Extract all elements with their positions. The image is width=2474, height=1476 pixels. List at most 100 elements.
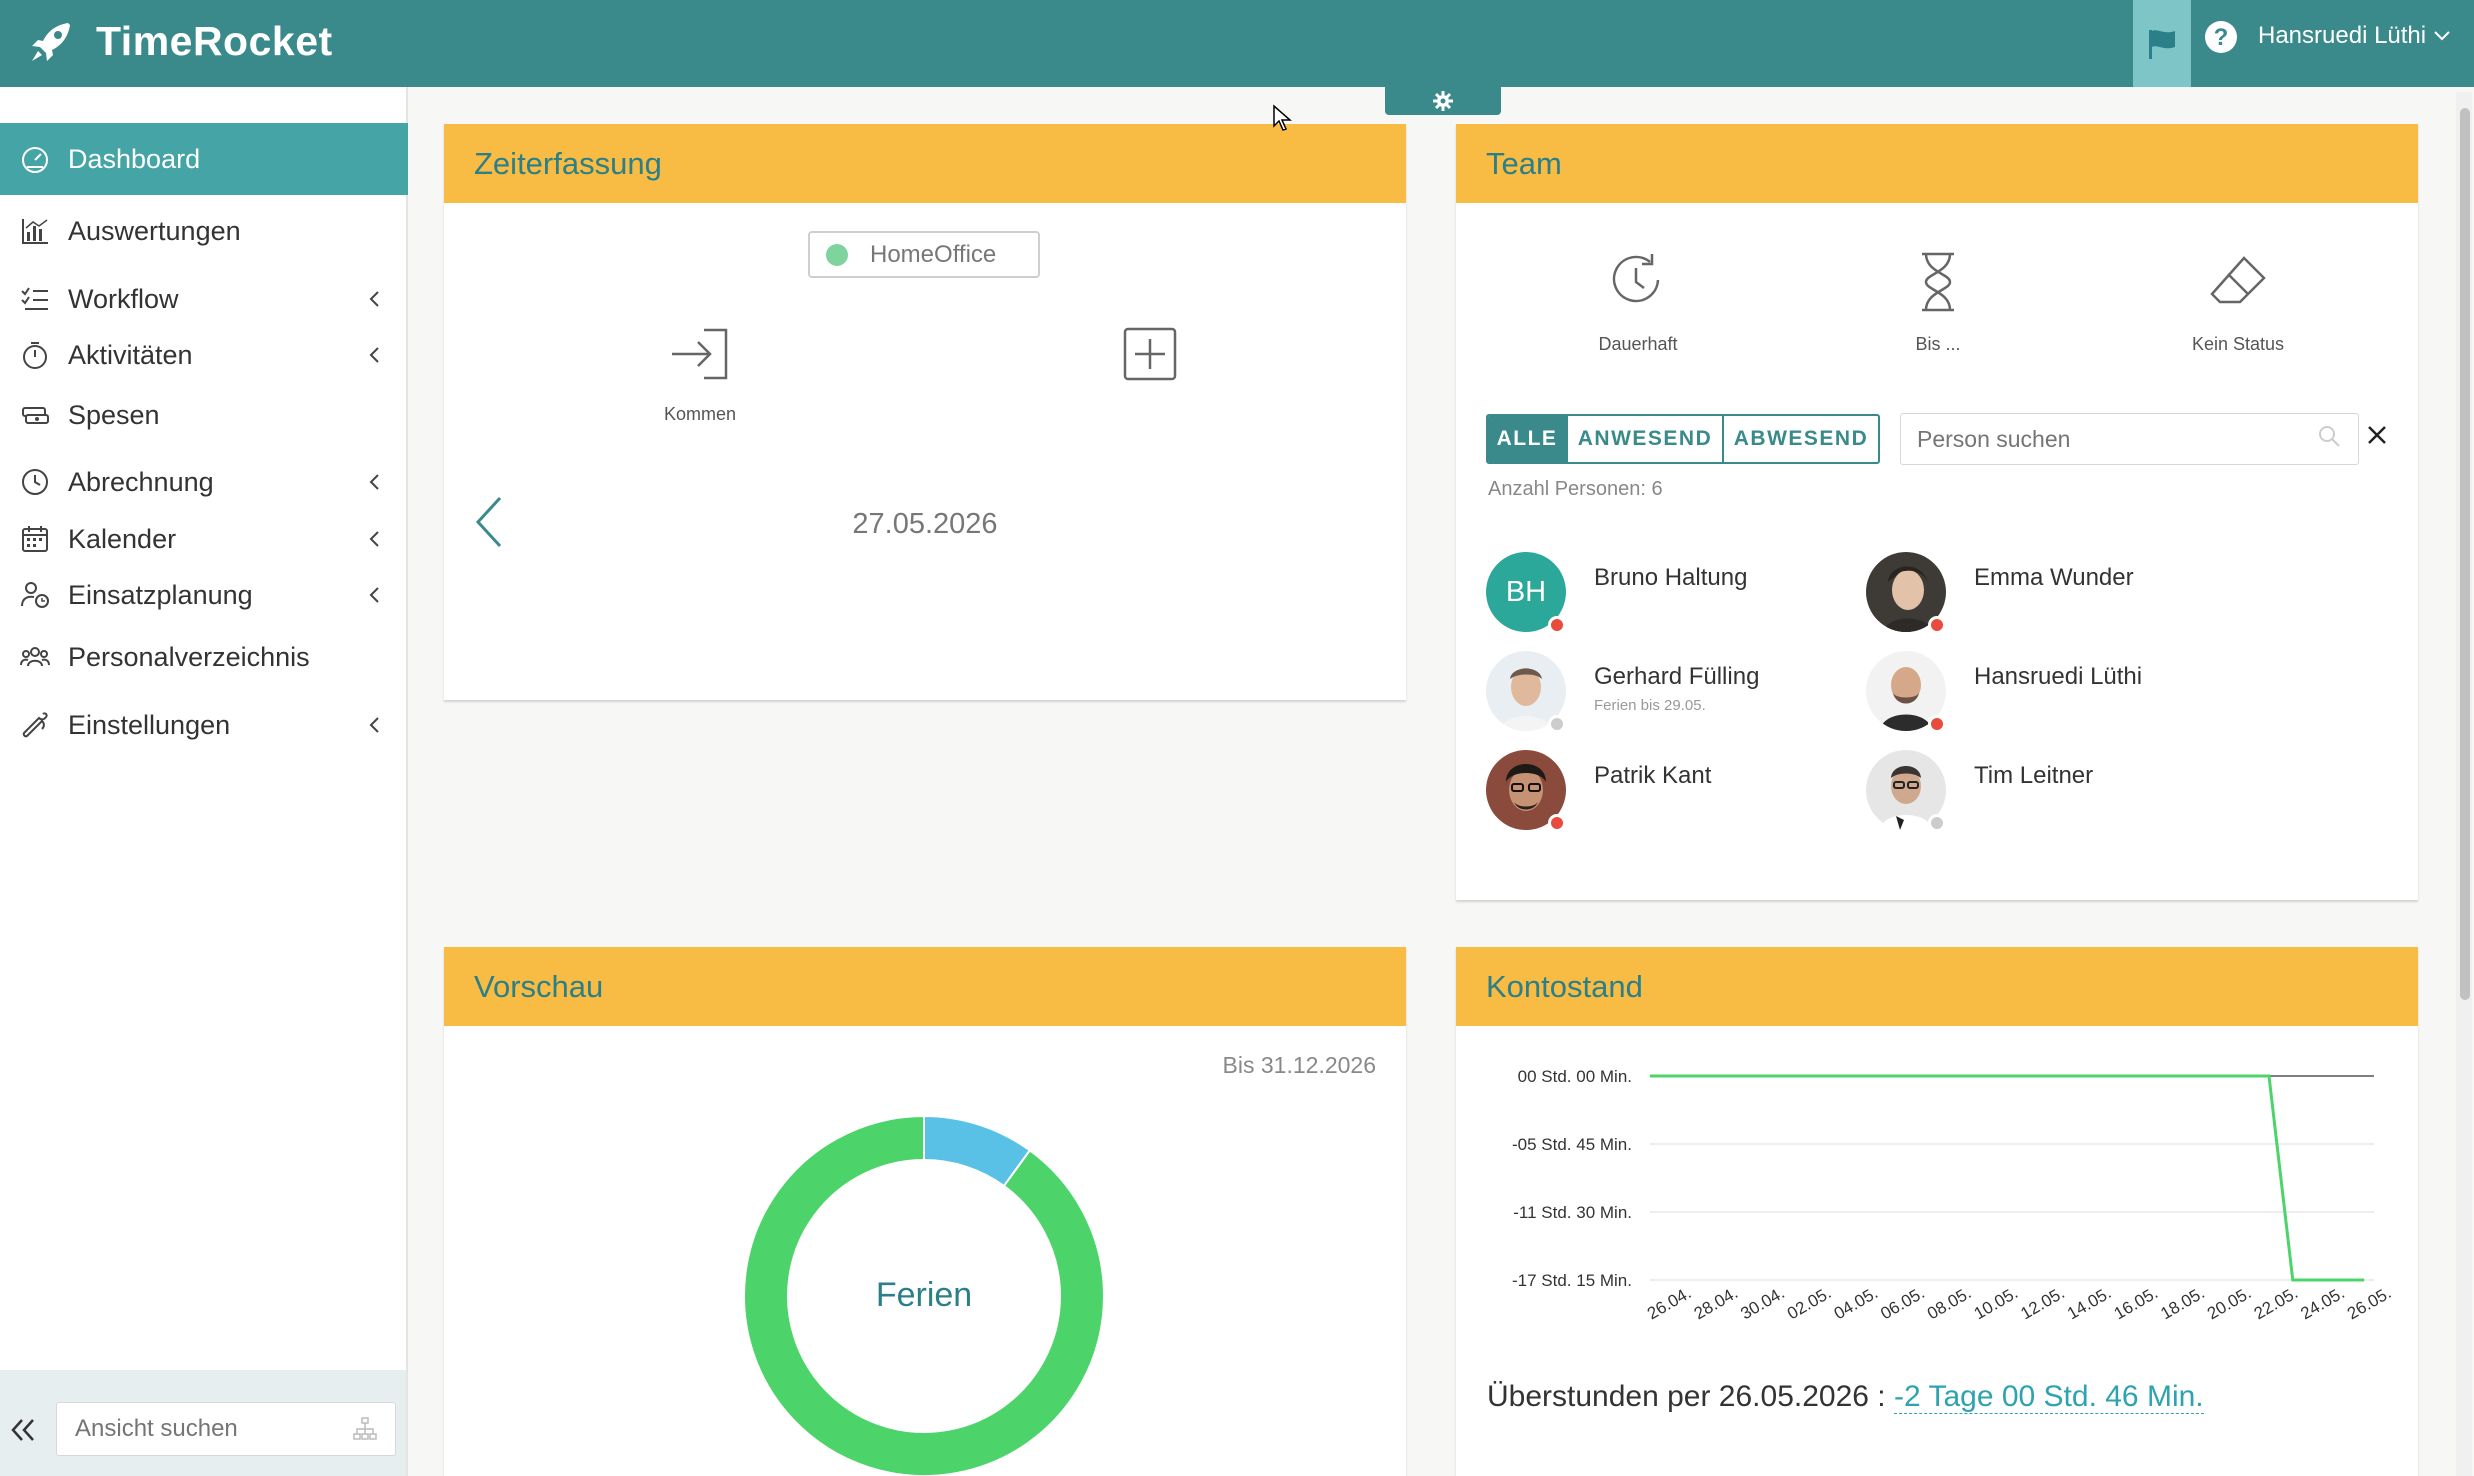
presence-indicator [1928, 715, 1946, 733]
chevron-left-icon[interactable] [470, 494, 506, 550]
bar-chart-icon [22, 219, 48, 244]
x-tick-label: 22.05. [2251, 1283, 2301, 1323]
plus-square-icon [1123, 327, 1177, 381]
chevron-down-icon [2434, 31, 2450, 41]
presence-indicator [1548, 616, 1566, 634]
close-icon[interactable] [2366, 424, 2388, 446]
brand[interactable]: TimeRocket [28, 18, 333, 65]
status-label: Kein Status [2191, 334, 2285, 354]
search-icon [2319, 426, 2340, 447]
filter-absent-button[interactable]: ABWESEND [1724, 416, 1878, 462]
person-search-input[interactable] [1900, 413, 2359, 465]
sidebar-item-auswertungen[interactable]: Auswertungen [0, 195, 408, 267]
person-name: Gerhard Fülling [1594, 663, 1760, 690]
sidebar-item-label: Dashboard [68, 143, 201, 174]
x-tick-label: 16.05. [2111, 1283, 2161, 1323]
money-icon [22, 407, 49, 424]
sidebar-footer [0, 1370, 406, 1476]
team-member[interactable]: Patrik Kant [1486, 750, 1866, 832]
presence-indicator [1548, 814, 1566, 832]
mouse-cursor-icon [1273, 104, 1292, 131]
double-chevron-left-icon[interactable] [8, 1415, 38, 1445]
presence-indicator [1928, 616, 1946, 634]
speedometer-icon [22, 147, 48, 173]
donut-center-label: Ferien [876, 1276, 972, 1314]
chevron-left-icon [369, 531, 379, 547]
checklist-icon [21, 287, 48, 310]
team-member[interactable]: Hansruedi Lüthi [1866, 651, 2246, 733]
sidebar-item-einstellungen[interactable]: Einstellungen [0, 689, 408, 761]
sidebar-item-label: Abrechnung [68, 466, 214, 497]
x-tick-label: 18.05. [2157, 1283, 2207, 1323]
card-title: Zeiterfassung [444, 124, 1406, 203]
user-menu[interactable]: Hansruedi Lüthi [2258, 22, 2450, 50]
sidebar-item-label: Einstellungen [68, 709, 231, 740]
status-option-kein-status[interactable]: Kein Status [2158, 250, 2318, 355]
chevron-left-icon [369, 291, 379, 307]
sidebar-item-dashboard[interactable]: Dashboard [0, 123, 408, 195]
sidebar-item-label: Aktivitäten [68, 339, 193, 370]
presence-indicator [1548, 715, 1566, 733]
sidebar-item-spesen[interactable]: Spesen [0, 379, 408, 451]
scrollbar-thumb[interactable] [2460, 108, 2470, 1000]
y-tick-label: -17 Std. 15 Min. [1512, 1271, 1632, 1290]
card-title: Kontostand [1456, 947, 2418, 1026]
person-name: Bruno Haltung [1594, 564, 1748, 591]
card-title: Team [1456, 124, 2418, 203]
nacherfassen-button[interactable] [1078, 326, 1222, 404]
user-name: Hansruedi Lüthi [2258, 22, 2427, 49]
team-member[interactable]: Gerhard Fülling Ferien bis 29.05. [1486, 651, 1866, 733]
x-tick-label: 10.05. [1971, 1283, 2021, 1323]
x-tick-label: 26.05. [2344, 1283, 2394, 1323]
clock-icon [22, 469, 48, 495]
svg-text:?: ? [2214, 24, 2229, 51]
dashboard-settings-button[interactable] [1385, 87, 1501, 115]
sidebar-item-label: Workflow [68, 283, 179, 314]
current-date: 27.05.2026 [852, 508, 998, 540]
team-member[interactable]: Emma Wunder [1866, 552, 2246, 634]
x-tick-label: 02.05. [1784, 1283, 1834, 1323]
flag-button[interactable] [2133, 0, 2191, 87]
sidebar: Dashboard Auswertungen Workflow Aktivitä… [0, 87, 408, 1476]
team-member[interactable]: BH Bruno Haltung [1486, 552, 1866, 634]
x-tick-label: 24.05. [2297, 1283, 2347, 1323]
people-icon [20, 647, 50, 667]
stopwatch-icon [23, 342, 47, 369]
chevron-left-icon [369, 587, 379, 603]
x-tick-label: 30.04. [1737, 1283, 1787, 1323]
presence-filter: ALLE ANWESEND ABWESEND [1486, 414, 1880, 464]
x-tick-label: 04.05. [1831, 1283, 1881, 1323]
app-title: TimeRocket [96, 18, 333, 64]
overtime-value[interactable]: -2 Tage 00 Std. 46 Min. [1893, 1380, 2204, 1414]
x-tick-label: 06.05. [1877, 1283, 1927, 1323]
top-bar: TimeRocket ? Hansruedi Lüthi [0, 0, 2474, 87]
status-select[interactable]: HomeOffice [808, 231, 1040, 278]
status-option-bis[interactable]: Bis ... [1858, 250, 2018, 355]
status-label: HomeOffice [870, 240, 997, 268]
chevron-left-icon [369, 717, 379, 733]
card-title: Vorschau [444, 947, 1406, 1026]
person-name: Hansruedi Lüthi [1974, 663, 2143, 690]
preview-until: Bis 31.12.2026 [1222, 1052, 1376, 1078]
x-tick-label: 12.05. [2017, 1283, 2067, 1323]
team-member[interactable]: Tim Leitner [1866, 750, 2246, 832]
calendar-icon [22, 526, 48, 552]
status-indicator [826, 243, 848, 266]
card-zeiterfassung: Zeiterfassung [444, 124, 1406, 700]
sign-in-icon [672, 328, 728, 380]
rocket-icon [32, 22, 70, 61]
sitemap-icon [353, 1417, 377, 1440]
y-tick-label: -05 Std. 45 Min. [1512, 1135, 1632, 1154]
kommen-button[interactable]: Kommen [630, 326, 770, 425]
sidebar-item-personalverzeichnis[interactable]: Personalverzeichnis [0, 621, 408, 693]
status-label: Dauerhaft [1598, 334, 1678, 354]
filter-all-button[interactable]: ALLE [1488, 416, 1568, 462]
filter-present-button[interactable]: ANWESEND [1568, 416, 1724, 462]
help-icon[interactable]: ? [2204, 20, 2238, 54]
user-clock-icon [21, 582, 49, 608]
status-option-dauerhaft[interactable]: Dauerhaft [1558, 250, 1718, 355]
view-search-input[interactable] [56, 1402, 396, 1456]
person-name: Tim Leitner [1974, 762, 2094, 789]
series-line-0 [1650, 1074, 2365, 1282]
overtime-label: Überstunden per 26.05.2026 : [1487, 1380, 1886, 1413]
